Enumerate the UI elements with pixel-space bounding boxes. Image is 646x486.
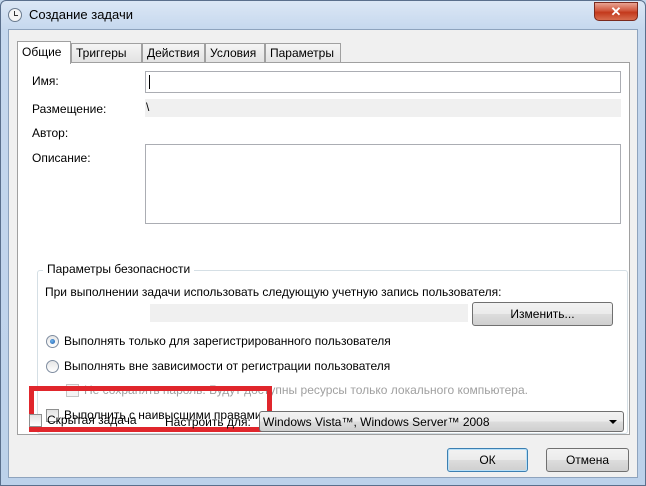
account-prompt: При выполнении задачи использовать следу… bbox=[45, 285, 502, 299]
dialog-client-area: Общие Триггеры Действия Условия Параметр… bbox=[8, 29, 638, 478]
configure-for-label: Настроить для: bbox=[165, 415, 251, 429]
tab-triggers[interactable]: Триггеры bbox=[71, 43, 142, 63]
window-title: Создание задачи bbox=[29, 7, 133, 22]
title-bar[interactable]: Создание задачи ✕ bbox=[1, 1, 645, 29]
configure-for-select[interactable]: Windows Vista™, Windows Server™ 2008 bbox=[259, 411, 624, 432]
name-input[interactable] bbox=[145, 71, 621, 93]
radio-run-any[interactable] bbox=[46, 360, 59, 373]
description-input[interactable] bbox=[145, 144, 621, 224]
hidden-task-label[interactable]: Скрытая задача bbox=[47, 413, 137, 427]
configure-for-value: Windows Vista™, Windows Server™ 2008 bbox=[263, 415, 490, 429]
radio-run-any-label[interactable]: Выполнять вне зависимости от регистрации… bbox=[64, 359, 390, 373]
dialog-window: Создание задачи ✕ Общие Триггеры Действи… bbox=[0, 0, 646, 486]
tab-general[interactable]: Общие bbox=[17, 41, 71, 64]
tab-panel-general: Имя: Размещение: \ Автор: Описание: Пара… bbox=[17, 62, 630, 435]
cancel-button[interactable]: Отмена bbox=[546, 448, 629, 472]
location-value: \ bbox=[146, 100, 150, 114]
ok-button[interactable]: ОК bbox=[447, 448, 528, 472]
radio-run-logged-on-label[interactable]: Выполнять только для зарегистрированного… bbox=[64, 334, 391, 348]
chevron-down-icon bbox=[609, 420, 617, 424]
change-user-button[interactable]: Изменить... bbox=[472, 302, 613, 326]
author-label: Автор: bbox=[32, 126, 69, 140]
security-group-title: Параметры безопасности bbox=[43, 262, 195, 276]
hidden-task-checkbox[interactable] bbox=[29, 414, 42, 427]
description-label: Описание: bbox=[32, 151, 91, 165]
close-button[interactable]: ✕ bbox=[594, 2, 638, 21]
text-caret bbox=[149, 75, 150, 89]
tab-actions[interactable]: Действия bbox=[142, 43, 205, 63]
tab-settings[interactable]: Параметры bbox=[265, 43, 341, 63]
name-label: Имя: bbox=[32, 74, 59, 88]
user-account-field bbox=[150, 304, 468, 322]
tab-conditions[interactable]: Условия bbox=[205, 43, 265, 63]
radio-run-logged-on[interactable] bbox=[46, 335, 59, 348]
location-field: \ bbox=[145, 99, 621, 117]
clock-icon bbox=[8, 8, 22, 22]
location-label: Размещение: bbox=[32, 102, 107, 116]
